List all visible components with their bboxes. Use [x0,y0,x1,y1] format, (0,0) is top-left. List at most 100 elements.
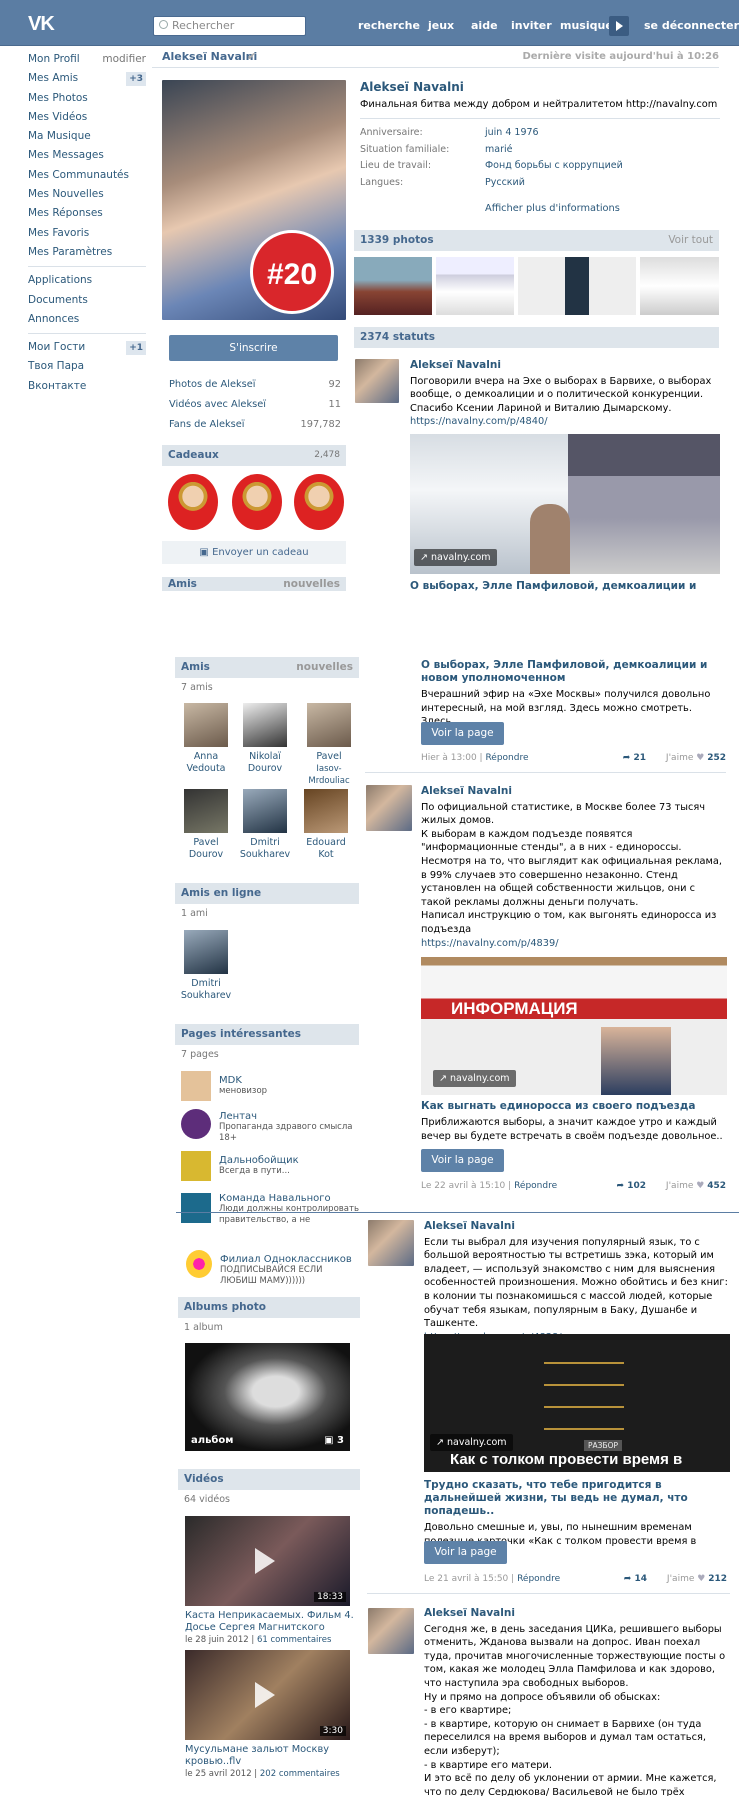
post-date[interactable]: Le 22 avril à 15:10 [421,1181,505,1191]
menu-videos[interactable]: Mes Vidéos [28,108,146,127]
friend-card[interactable]: Edouard Kot [298,789,354,861]
menu-profile[interactable]: Mon Profil modifier [28,50,146,69]
counter-fans[interactable]: Fans de Alekseï 197,782 [169,415,341,435]
page-avatar[interactable] [181,1151,211,1181]
post-link[interactable]: https://navalny.com/p/4840/ [410,415,722,429]
page-item[interactable]: Филиал Одноклассников ПОДПИСЫВАЙСЯ ЕСЛИ Л… [220,1254,360,1287]
share-count[interactable]: ➦ 21 [623,753,646,763]
post-title[interactable]: О выборах, Элле Памфиловой, демкоалиции … [421,659,729,685]
share-count[interactable]: ➦ 14 [624,1574,647,1584]
post-author[interactable]: Alekseï Navalni [421,785,727,799]
post-date[interactable]: Le 21 avril à 15:50 [424,1574,508,1584]
menu-vkontakte[interactable]: Вконтакте [28,377,146,396]
page-avatar[interactable] [181,1193,211,1223]
friend-card[interactable]: Anna Vedouta [178,703,234,775]
post-title[interactable]: Как выгнать единоросса из своего подъезд… [421,1100,727,1113]
page-item[interactable]: MDK меновизор [219,1075,359,1097]
photo-thumb[interactable] [354,257,432,315]
nav-jeux[interactable]: jeux [428,19,454,32]
page-item[interactable]: Команда Навального Люди должны контролиро… [219,1193,359,1239]
menu-replies[interactable]: Mes Réponses [28,204,146,223]
menu-applications[interactable]: Applications [28,271,146,290]
post-avatar[interactable] [355,359,399,403]
gift-1[interactable] [168,474,218,530]
pages-header[interactable]: Pages intéressantes [175,1024,359,1045]
menu-documents[interactable]: Documents [28,291,146,310]
post-image[interactable]: ИНФОРМАЦИЯ ↗ navalny.com [421,957,727,1095]
photo-thumb[interactable] [436,257,514,315]
profile-avatar[interactable]: #20 [162,80,346,320]
nav-musique[interactable]: musique [560,19,613,32]
post-avatar[interactable] [368,1220,414,1266]
page-avatar[interactable] [181,1071,211,1101]
post-1-title-top[interactable]: О выборах, Элле Памфиловой, демкоалиции … [410,580,722,592]
photos-header[interactable]: 1339 photos Voir tout [354,230,719,251]
send-gift-button[interactable]: ▣ Envoyer un cadeau [162,541,346,564]
menu-guests[interactable]: Мои Гости +1 [28,338,146,357]
post-avatar[interactable] [368,1608,414,1654]
view-page-button[interactable]: Voir la page [421,1149,504,1172]
post-date[interactable]: Hier à 13:00 [421,753,477,763]
reply-link[interactable]: Répondre [485,753,528,763]
friends-header[interactable]: Amis nouvelles [175,657,359,678]
online-friend-card[interactable]: Dmitri Soukharev [178,930,234,1002]
like-button[interactable]: J'aime ♥ 452 [666,1181,726,1191]
gifts-header[interactable]: Cadeaux 2,478 [162,445,346,466]
like-button[interactable]: J'aime ♥ 212 [667,1574,727,1584]
subscribe-button[interactable]: S'inscrire [169,335,338,361]
videos-header[interactable]: Vidéos [178,1469,360,1490]
reply-link[interactable]: Répondre [517,1574,560,1584]
online-header[interactable]: Amis en ligne [175,883,359,904]
menu-news[interactable]: Mes Nouvelles [28,185,146,204]
friend-card[interactable]: Dmitri Soukharev [237,789,293,861]
friend-card[interactable]: Pavel Dourov [178,789,234,861]
menu-messages[interactable]: Mes Messages [28,146,146,165]
music-play-icon[interactable] [609,16,629,36]
menu-settings[interactable]: Mes Paramètres [28,243,146,262]
like-button[interactable]: J'aime ♥ 252 [666,753,726,763]
post-author[interactable]: Alekseï Navalni [424,1607,730,1621]
vk-logo[interactable]: VK [28,13,66,35]
menu-photos[interactable]: Mes Photos [28,89,146,108]
view-page-button[interactable]: Voir la page [421,722,504,745]
post-avatar[interactable] [366,785,412,831]
nav-recherche[interactable]: recherche [358,19,420,32]
menu-favorites[interactable]: Mes Favoris [28,224,146,243]
post-link[interactable]: https://navalny.com/p/4839/ [421,937,727,951]
more-info-link[interactable]: Afficher plus d'informations [485,203,720,214]
menu-communities[interactable]: Mes Communautés [28,166,146,185]
video-item[interactable]: Каста Неприкасаемых. Фильм 4. Досье Серг… [185,1610,355,1646]
video-thumb[interactable]: 3:30 [185,1650,350,1740]
share-count[interactable]: ➦ 102 [617,1181,646,1191]
nav-inviter[interactable]: inviter [511,19,552,32]
video-item[interactable]: Мусульмане зальют Москву кровью..flv le 2… [185,1744,355,1780]
reply-link[interactable]: Répondre [514,1181,557,1191]
gift-3[interactable] [294,474,344,530]
photo-thumb[interactable] [518,257,636,315]
page-avatar[interactable] [186,1250,212,1278]
friend-card[interactable]: Pavel Iasov-Mrdouliac [298,703,360,787]
post-author[interactable]: Alekseï Navalni [424,1220,728,1234]
nav-aide[interactable]: aide [471,19,498,32]
menu-ads[interactable]: Annonces [28,310,146,329]
post-author[interactable]: Alekseï Navalni [410,359,722,373]
friend-card[interactable]: Nikolaï Dourov [237,703,293,775]
edit-link[interactable]: modifier [102,50,146,69]
view-page-button[interactable]: Voir la page [424,1541,507,1564]
photo-thumb[interactable] [640,257,719,315]
post-title[interactable]: Трудно сказать, что тебе пригодится в да… [424,1479,730,1518]
nav-logout[interactable]: se déconnecter [644,19,739,32]
album-cover[interactable]: альбом ▣ 3 [185,1343,350,1451]
page-avatar[interactable] [181,1109,211,1139]
counter-videos[interactable]: Vidéos avec Alekseï 11 [169,395,341,415]
menu-friends[interactable]: Mes Amis +3 [28,69,146,88]
search-input[interactable]: Rechercher [153,16,306,36]
page-item[interactable]: Дальнобойщик Всегда в пути... [219,1155,359,1177]
post-image[interactable]: ↗ navalny.com [410,434,720,574]
page-item[interactable]: Лентач Пропаганда здравого смысла 18+ [219,1111,359,1144]
gift-2[interactable] [232,474,282,530]
albums-header[interactable]: Albums photo [178,1297,360,1318]
menu-music[interactable]: Ma Musique [28,127,146,146]
friends-header-top[interactable]: Amis nouvelles [162,577,346,591]
post-image[interactable]: РАЗБОР Как с толком провести время в ↗ n… [424,1334,730,1472]
